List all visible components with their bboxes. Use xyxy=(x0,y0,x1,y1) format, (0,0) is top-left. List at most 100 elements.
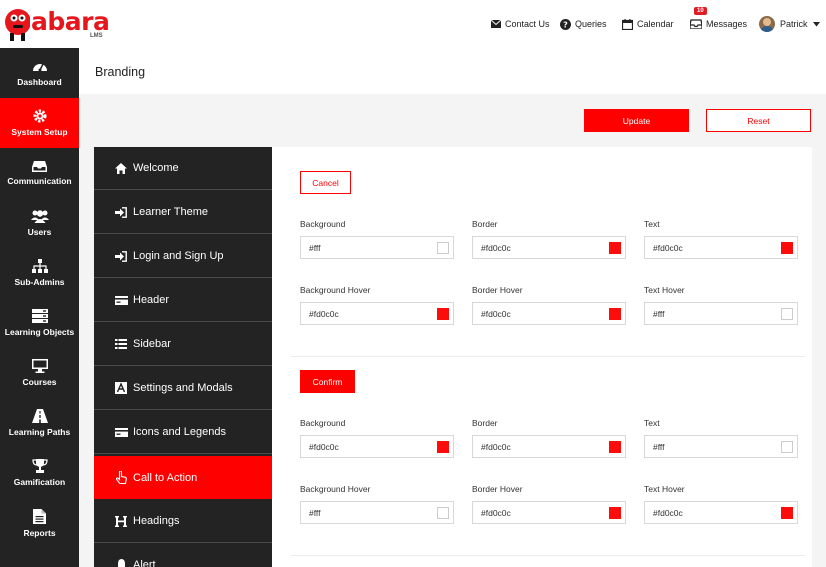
confirm-text-field[interactable]: #fff xyxy=(644,435,798,458)
contact-us-link[interactable]: Contact Us xyxy=(491,0,550,48)
sidebar-item-gamification[interactable]: Gamification xyxy=(0,448,79,498)
server-icon xyxy=(31,309,48,323)
menu-item-welcome[interactable]: Welcome xyxy=(94,147,272,190)
cancel-border-field[interactable]: #fd0c0c xyxy=(472,236,626,259)
confirm-border-field[interactable]: #fd0c0c xyxy=(472,435,626,458)
color-swatch[interactable] xyxy=(437,242,449,254)
menu-item-header[interactable]: Header xyxy=(94,279,272,322)
cancel-background-hover-label: Background Hover xyxy=(300,285,371,295)
menu-item-headings[interactable]: Headings xyxy=(94,500,272,543)
logo[interactable]: abara LMS xyxy=(4,3,110,45)
calendar-link[interactable]: Calendar xyxy=(622,0,674,48)
confirm-border-hover-field[interactable]: #fd0c0c xyxy=(472,501,626,524)
file-icon xyxy=(33,508,46,524)
field-value: #fd0c0c xyxy=(481,441,511,452)
sidebar-item-learning-objects[interactable]: Learning Objects xyxy=(0,298,79,348)
field-value: #fd0c0c xyxy=(653,507,683,518)
messages-count-badge: 10 xyxy=(694,7,707,15)
color-swatch[interactable] xyxy=(781,441,793,453)
cancel-background-hover-field[interactable]: #fd0c0c xyxy=(300,302,454,325)
menu-item-learner-theme[interactable]: Learner Theme xyxy=(94,191,272,234)
field-value: #fd0c0c xyxy=(481,308,511,319)
menu-item-sidebar[interactable]: Sidebar xyxy=(94,323,272,366)
color-swatch[interactable] xyxy=(781,308,793,320)
pointer-icon xyxy=(112,471,130,484)
caret-down-icon xyxy=(812,21,820,27)
sidebar-item-sub-admins[interactable]: Sub-Admins xyxy=(0,248,79,298)
calendar-label: Calendar xyxy=(637,19,674,29)
color-swatch[interactable] xyxy=(609,441,621,453)
gear-icon xyxy=(33,109,46,123)
color-swatch[interactable] xyxy=(781,242,793,254)
cancel-text-hover-label: Text Hover xyxy=(644,285,685,295)
color-swatch[interactable] xyxy=(609,242,621,254)
confirm-preview-button[interactable]: Confirm xyxy=(300,370,355,393)
heading-icon xyxy=(112,515,130,527)
menu-item-alert[interactable]: Alert xyxy=(94,544,272,567)
cancel-text-hover-field[interactable]: #fff xyxy=(644,302,798,325)
cancel-background-label: Background xyxy=(300,219,346,229)
font-icon xyxy=(112,382,130,394)
color-swatch[interactable] xyxy=(437,308,449,320)
dashboard-icon xyxy=(32,63,47,72)
confirm-background-field[interactable]: #fd0c0c xyxy=(300,435,454,458)
color-swatch[interactable] xyxy=(781,507,793,519)
user-menu[interactable]: Patrick xyxy=(759,0,824,48)
messages-label: Messages xyxy=(706,19,748,29)
menu-item-label: Learner Theme xyxy=(133,206,209,218)
users-icon xyxy=(30,210,49,223)
section-divider xyxy=(291,356,805,357)
menu-item-label: Welcome xyxy=(133,162,179,174)
sidebar-item-system-setup[interactable]: System Setup xyxy=(0,98,79,148)
menu-item-call-to-action[interactable]: Call to Action xyxy=(94,456,272,499)
confirm-text-label: Text xyxy=(644,418,660,428)
menu-item-label: Headings xyxy=(133,515,180,527)
field-value: #fff xyxy=(309,242,321,253)
cancel-preview-button[interactable]: Cancel xyxy=(300,171,351,194)
main-sidebar: Dashboard System Setup Communication Use… xyxy=(0,48,79,567)
sidebar-item-learning-paths[interactable]: Learning Paths xyxy=(0,398,79,448)
field-value: #fff xyxy=(309,507,321,518)
envelope-icon xyxy=(491,20,501,28)
sidebar-item-reports[interactable]: Reports xyxy=(0,498,79,548)
cancel-border-hover-label: Border Hover xyxy=(472,285,523,295)
cancel-background-field[interactable]: #fff xyxy=(300,236,454,259)
logo-subtitle: LMS xyxy=(90,33,103,39)
color-swatch[interactable] xyxy=(609,507,621,519)
menu-item-icons-legends[interactable]: Icons and Legends xyxy=(94,411,272,454)
confirm-background-hover-field[interactable]: #fff xyxy=(300,501,454,524)
sidebar-item-communication[interactable]: Communication xyxy=(0,148,79,198)
cancel-text-field[interactable]: #fd0c0c xyxy=(644,236,798,259)
field-value: #fd0c0c xyxy=(481,507,511,518)
update-button[interactable]: Update xyxy=(584,109,689,132)
sitemap-icon xyxy=(31,259,48,273)
menu-item-label: Header xyxy=(133,294,170,306)
inbox-icon xyxy=(690,19,702,29)
sidebar-item-users[interactable]: Users xyxy=(0,198,79,248)
cancel-border-hover-field[interactable]: #fd0c0c xyxy=(472,302,626,325)
sign-in-icon xyxy=(112,206,130,218)
field-value: #fff xyxy=(653,441,665,452)
top-bar: abara LMS Contact Us ? Queries Calendar … xyxy=(0,0,826,48)
sidebar-item-courses[interactable]: Courses xyxy=(0,348,79,398)
confirm-border-hover-label: Border Hover xyxy=(472,484,523,494)
menu-item-settings-modals[interactable]: Settings and Modals xyxy=(94,367,272,410)
section-divider xyxy=(291,555,805,556)
mascot-icon xyxy=(5,9,30,41)
confirm-text-hover-field[interactable]: #fd0c0c xyxy=(644,501,798,524)
queries-link[interactable]: ? Queries xyxy=(560,0,607,48)
reset-button[interactable]: Reset xyxy=(706,109,811,132)
home-icon xyxy=(112,162,130,174)
menu-item-login-signup[interactable]: Login and Sign Up xyxy=(94,235,272,278)
avatar xyxy=(759,16,775,32)
field-value: #fd0c0c xyxy=(309,308,339,319)
color-swatch[interactable] xyxy=(437,507,449,519)
menu-item-label: Alert xyxy=(133,559,156,567)
page-header: Branding xyxy=(79,48,826,94)
confirm-background-hover-label: Background Hover xyxy=(300,484,371,494)
sidebar-item-label: Sub-Admins xyxy=(14,277,65,287)
list-icon xyxy=(112,339,130,349)
color-swatch[interactable] xyxy=(609,308,621,320)
sidebar-item-dashboard[interactable]: Dashboard xyxy=(0,48,79,98)
color-swatch[interactable] xyxy=(437,441,449,453)
